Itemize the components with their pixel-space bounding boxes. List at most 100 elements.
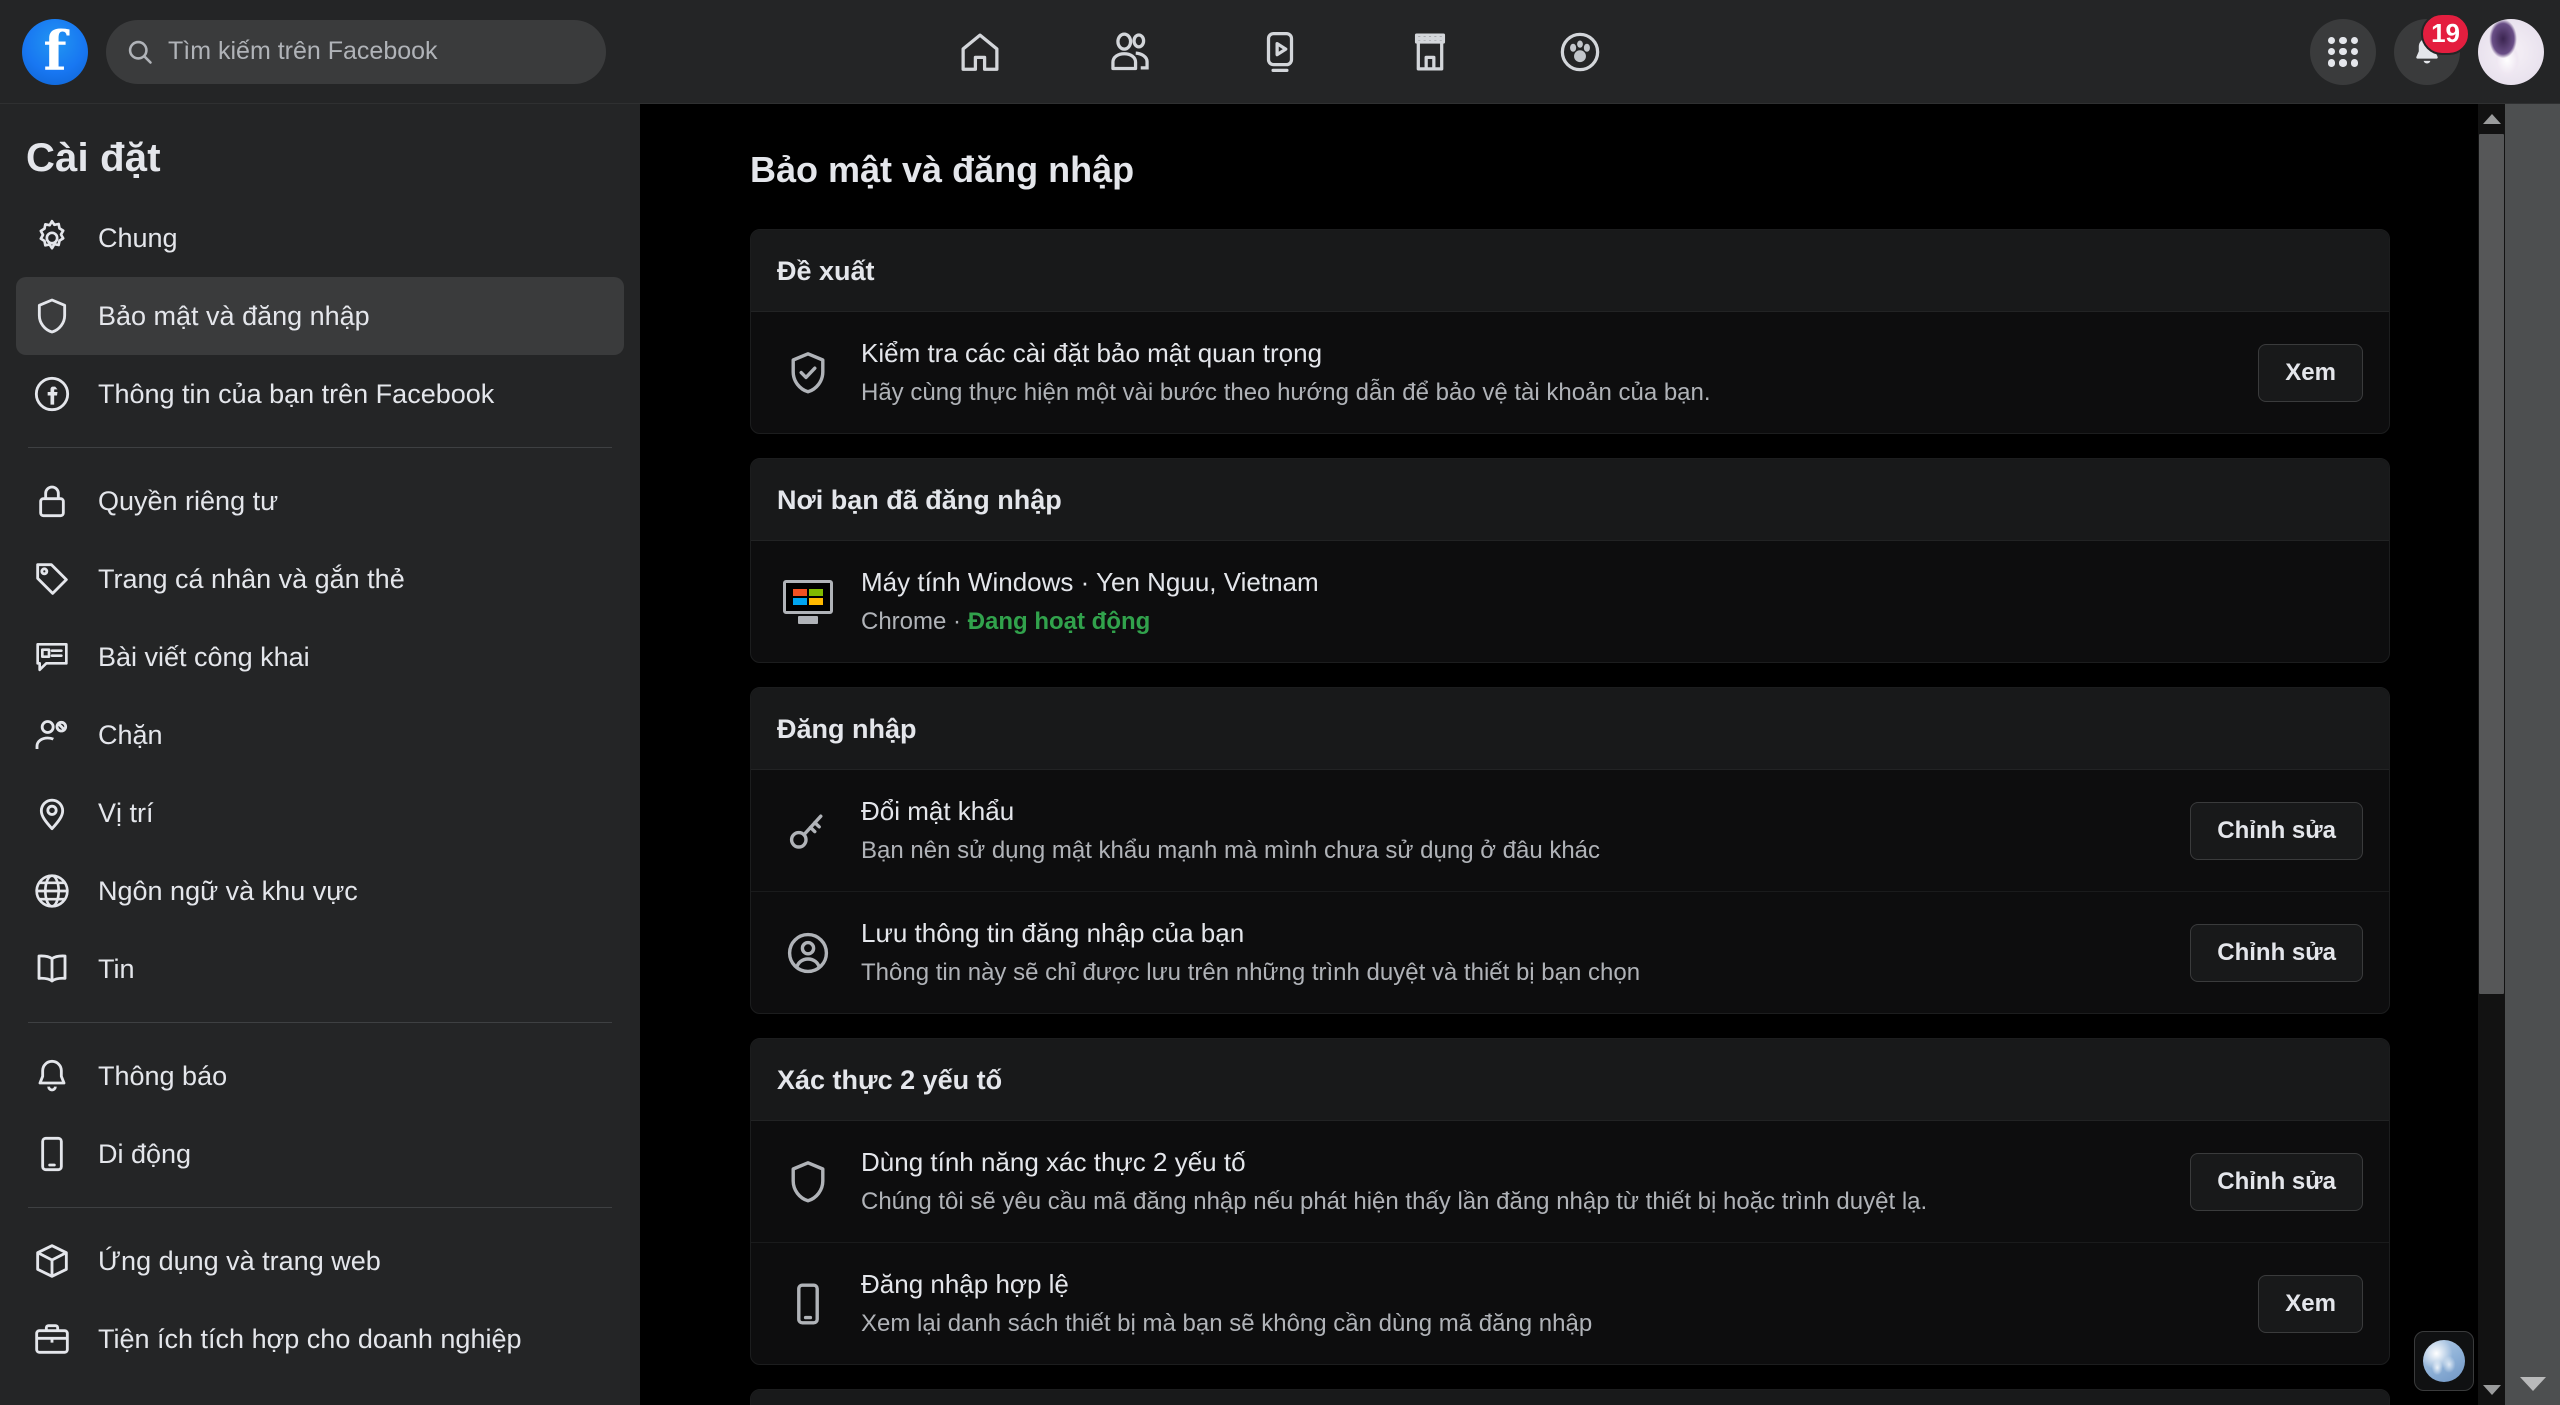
sidebar-item-bai-viet-cong-khai[interactable]: Bài viết công khai <box>16 618 624 696</box>
scrollbar-thumb[interactable] <box>2479 134 2504 994</box>
header-nav-icons <box>953 25 1607 79</box>
search-input[interactable]: Tìm kiếm trên Facebook <box>106 19 606 84</box>
scroll-down-arrow[interactable] <box>2478 1375 2505 1405</box>
grid-menu-dots <box>2328 36 2358 67</box>
sidebar-item-chan[interactable]: Chặn <box>16 696 624 774</box>
windows-monitor-icon <box>781 575 835 629</box>
sidebar-item-tin[interactable]: Tin <box>16 930 624 1008</box>
tag-icon <box>30 557 74 601</box>
card-de-xuat: Đề xuất Kiểm tra các cài đặt bảo mật qua… <box>750 229 2390 434</box>
grid-menu-icon[interactable] <box>2310 18 2376 85</box>
row-subtitle: Xem lại danh sách thiết bị mà bạn sẽ khô… <box>861 1310 1593 1337</box>
sidebar-item-label: Chặn <box>98 719 163 750</box>
sidebar-item-label: Ngôn ngữ và khu vực <box>98 875 358 906</box>
sidebar-item-label: Trang cá nhân và gắn thẻ <box>98 563 405 594</box>
search-placeholder: Tìm kiếm trên Facebook <box>168 37 438 65</box>
edit-button[interactable]: Chỉnh sửa <box>2190 1152 2363 1211</box>
card-heading: Xác thực 2 yếu tố <box>751 1039 2389 1121</box>
row-doi-mat-khau: Đổi mật khẩu Bạn nên sử dụng mật khẩu mạ… <box>751 770 2389 892</box>
row-text: Kiểm tra các cài đặt bảo mật quan trọng … <box>861 338 2232 407</box>
row-title: Dùng tính năng xác thực 2 yếu tố <box>861 1147 1246 1177</box>
edit-button[interactable]: Chỉnh sửa <box>2190 801 2363 860</box>
sidebar-item-trang-ca-nhan-va-gan-the[interactable]: Trang cá nhân và gắn thẻ <box>16 540 624 618</box>
key-icon <box>781 804 835 858</box>
friends-icon[interactable] <box>1103 25 1157 79</box>
header-right: 19 <box>2310 12 2544 85</box>
sidebar-item-vi-tri[interactable]: Vị trí <box>16 774 624 852</box>
header-left: Tìm kiếm trên Facebook <box>0 18 606 85</box>
card-heading: Tăng cường bảo mật <box>751 1390 2389 1405</box>
marketplace-icon[interactable] <box>1403 25 1457 79</box>
edit-button[interactable]: Chỉnh sửa <box>2190 923 2363 982</box>
window-scroll-down-arrow[interactable] <box>2505 1363 2560 1405</box>
page-title: Cài đặt <box>26 136 161 180</box>
sidebar-item-label: Di động <box>98 1138 192 1169</box>
cube-icon <box>30 1239 74 1283</box>
notifications-button[interactable]: 19 <box>2394 12 2470 85</box>
scroll-up-arrow[interactable] <box>2478 104 2505 134</box>
settings-sidebar: Cài đặt Chung Bảo mật và đăng nhập Thông… <box>0 104 640 1405</box>
sidebar-divider <box>28 1207 612 1208</box>
earth-globe-icon[interactable] <box>2414 1331 2474 1391</box>
card-xac-thuc-2-yeu-to: Xác thực 2 yếu tố Dùng tính năng xác thự… <box>750 1038 2390 1365</box>
sidebar-item-label: Tin <box>98 953 135 984</box>
globe-icon <box>30 869 74 913</box>
sidebar-item-di-dong[interactable]: Di động <box>16 1115 624 1193</box>
sidebar-item-ngon-ngu-va-khu-vuc[interactable]: Ngôn ngữ và khu vực <box>16 852 624 930</box>
row-title: Kiểm tra các cài đặt bảo mật quan trọng <box>861 338 1323 368</box>
sidebar-item-label: Thông tin của bạn trên Facebook <box>98 378 495 409</box>
search-icon <box>126 38 154 66</box>
groups-icon[interactable] <box>1553 25 1607 79</box>
row-subtitle: Bạn nên sử dụng mật khẩu mạnh mà mình ch… <box>861 837 1601 864</box>
sidebar-item-label: Quyền riêng tư <box>98 485 279 516</box>
top-navigation-bar: Tìm kiếm trên Facebook <box>0 0 2560 104</box>
sidebar-item-label: Vị trí <box>98 797 154 828</box>
gear-icon <box>30 216 74 260</box>
sidebar-item-ung-dung-va-trang-web[interactable]: Ứng dụng và trang web <box>16 1222 624 1300</box>
home-icon[interactable] <box>953 25 1007 79</box>
facebook-logo[interactable] <box>22 18 88 85</box>
card-noi-ban-da-dang-nhap: Nơi bạn đã đăng nhập Máy tính Windows · … <box>750 458 2390 663</box>
sidebar-item-tien-ich-tich-hop[interactable]: Tiện ích tích hợp cho doanh nghiệp <box>16 1300 624 1378</box>
sidebar-divider <box>28 447 612 448</box>
sidebar-item-label: Ứng dụng và trang web <box>98 1245 381 1276</box>
settings-cards: Đề xuất Kiểm tra các cài đặt bảo mật qua… <box>640 191 2505 1405</box>
sidebar-item-bao-mat-va-dang-nhap[interactable]: Bảo mật và đăng nhập <box>16 277 624 355</box>
card-heading: Nơi bạn đã đăng nhập <box>751 459 2389 541</box>
sidebar-item-quyen-rieng-tu[interactable]: Quyền riêng tư <box>16 462 624 540</box>
sidebar-item-thong-bao[interactable]: Thông báo <box>16 1037 624 1115</box>
row-subtitle: Thông tin này sẽ chỉ được lưu trên những… <box>861 959 1641 986</box>
sidebar-item-label: Chung <box>98 222 178 253</box>
row-title: Đăng nhập hợp lệ <box>861 1269 1069 1299</box>
avatar[interactable] <box>2478 18 2544 85</box>
watch-video-icon[interactable] <box>1253 25 1307 79</box>
main-content: Bảo mật và đăng nhập Đề xuất Kiểm tra cá… <box>640 104 2505 1405</box>
book-icon <box>30 947 74 991</box>
sidebar-divider <box>28 1022 612 1023</box>
briefcase-icon <box>30 1317 74 1361</box>
row-text: Đổi mật khẩu Bạn nên sử dụng mật khẩu mạ… <box>861 796 2164 865</box>
row-dung-xac-thuc-2-yeu-to: Dùng tính năng xác thực 2 yếu tố Chúng t… <box>751 1121 2389 1243</box>
sidebar-item-thong-tin-cua-ban[interactable]: Thông tin của bạn trên Facebook <box>16 355 624 433</box>
row-title: Máy tính Windows · Yen Nguu, Vietnam <box>861 567 1319 597</box>
sidebar-item-chung[interactable]: Chung <box>16 199 624 277</box>
browser-name: Chrome · <box>861 608 968 635</box>
window-scrollbar[interactable] <box>2505 0 2560 1405</box>
sidebar-item-label: Bài viết công khai <box>98 641 310 672</box>
row-luu-thong-tin-dang-nhap: Lưu thông tin đăng nhập của bạn Thông ti… <box>751 892 2389 1013</box>
card-heading: Đề xuất <box>751 230 2389 312</box>
card-tang-cuong-bao-mat: Tăng cường bảo mật <box>750 1389 2390 1405</box>
card-dang-nhap: Đăng nhập Đổi mật khẩu Bạn nên sử dụng m… <box>750 687 2390 1014</box>
status-badge: Đang hoạt động <box>967 608 1151 635</box>
block-user-icon <box>30 713 74 757</box>
row-text: Dùng tính năng xác thực 2 yếu tố Chúng t… <box>861 1147 2164 1216</box>
row-device-session: Máy tính Windows · Yen Nguu, Vietnam Chr… <box>751 541 2389 662</box>
row-text: Máy tính Windows · Yen Nguu, Vietnam Chr… <box>861 567 2363 636</box>
view-button[interactable]: Xem <box>2258 343 2363 402</box>
globe-graphic <box>2423 1340 2465 1382</box>
page-scrollbar[interactable] <box>2478 104 2505 1405</box>
row-title: Lưu thông tin đăng nhập của bạn <box>861 918 1245 948</box>
row-text: Lưu thông tin đăng nhập của bạn Thông ti… <box>861 918 2164 987</box>
view-button[interactable]: Xem <box>2258 1274 2363 1333</box>
bell-icon <box>30 1054 74 1098</box>
